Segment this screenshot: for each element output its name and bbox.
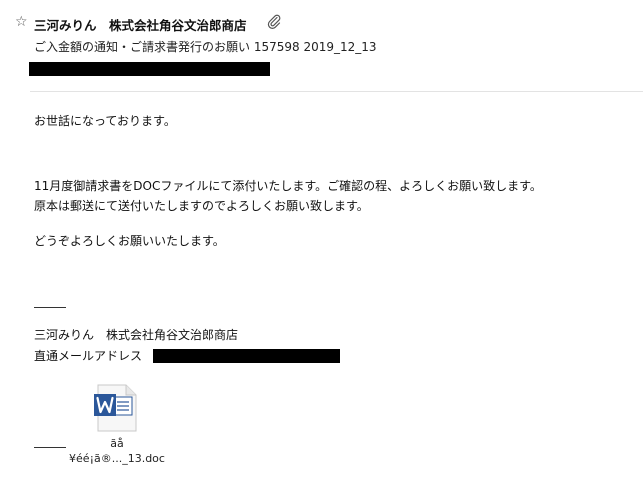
body-line-2: 原本は郵送にて送付いたしますのでよろしくお願い致します。: [34, 199, 369, 213]
header-divider: [30, 91, 643, 92]
body-line-1: 11月度御請求書をDOCファイルにて添付いたします。ご確認の程、よろしくお願い致…: [34, 179, 542, 193]
signature-name: 三河みりん 株式会社角谷文治郎商店: [34, 328, 239, 342]
star-icon[interactable]: ☆: [15, 14, 28, 30]
attachment-filename-line-1[interactable]: ãå: [0, 437, 234, 450]
email-subject: ご入金額の通知・ご請求書発行のお願い 157598 2019_12_13: [34, 40, 377, 54]
redacted-recipient: [29, 62, 270, 76]
signature-email-label: 直通メールアドレス: [34, 349, 143, 363]
closing-text: どうぞよろしくお願いいたします。: [34, 234, 225, 248]
signature-separator: [34, 307, 66, 308]
redacted-email: [153, 349, 340, 363]
greeting-text: お世話になっております。: [34, 114, 176, 128]
paperclip-icon: [266, 13, 282, 29]
attachment-word-document-icon[interactable]: [90, 383, 140, 433]
sender-name: 三河みりん 株式会社角谷文治郎商店: [34, 18, 247, 33]
attachment-filename-line-2[interactable]: ¥éé¡ã®..._13.doc: [0, 452, 234, 465]
